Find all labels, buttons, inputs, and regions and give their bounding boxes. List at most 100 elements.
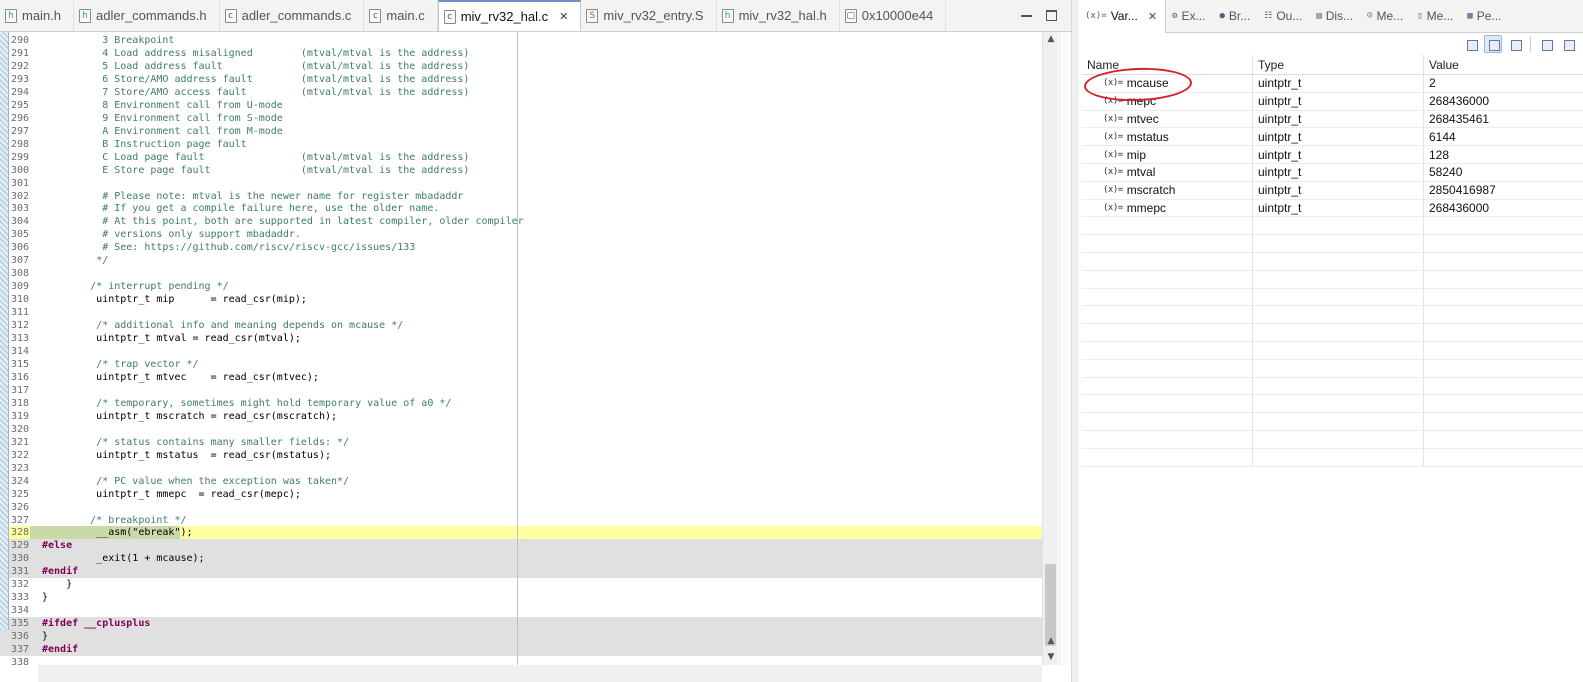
view-tab[interactable]: ⚙ Ex...	[1166, 0, 1213, 33]
code-line: 324 /* PC value when the exception was t…	[0, 475, 1042, 488]
minimize-icon[interactable]	[1021, 10, 1032, 21]
variable-value[interactable]: 268436000	[1424, 200, 1583, 217]
line-number: 305	[11, 229, 30, 241]
view-tab-label: Ex...	[1181, 9, 1206, 23]
line-number: 333	[11, 592, 30, 604]
editor-tab[interactable]: ▢ 0x10000e44	[840, 0, 947, 31]
code-line: 330 _exit(1 + mcause);	[0, 552, 1042, 566]
variable-value[interactable]: 58240	[1424, 164, 1583, 181]
line-number: 292	[11, 60, 30, 72]
show-logical-structure-icon[interactable]	[1484, 35, 1502, 53]
empty-cell	[1424, 235, 1583, 252]
line-number: 318	[11, 397, 30, 409]
editor-tab[interactable]: Smiv_rv32_entry.S	[581, 0, 717, 31]
variable-row[interactable]: (x)= mtval uintptr_t 58240	[1082, 163, 1583, 182]
editor-tab[interactable]: c miv_rv32_hal.c ✕	[437, 0, 582, 31]
empty-cell	[1424, 289, 1583, 306]
column-header-type[interactable]: Type	[1253, 55, 1424, 74]
close-icon[interactable]: ✕	[559, 10, 568, 23]
overview-ruler[interactable]	[1059, 32, 1071, 665]
column-header-name[interactable]: Name	[1082, 55, 1253, 74]
column-header-value[interactable]: Value	[1424, 55, 1583, 74]
variable-icon: (x)=	[1103, 78, 1123, 89]
view-tab[interactable]: ▤ Dis...	[1310, 0, 1361, 33]
variable-row[interactable]: (x)= mmepc uintptr_t 268436000	[1082, 199, 1583, 218]
view-icon: ☷	[1264, 11, 1273, 21]
editor-tab[interactable]: c adler_commands.c	[220, 0, 365, 31]
variable-name: mtvec	[1126, 111, 1159, 126]
editor-horizontal-scrollbar[interactable]	[38, 665, 1042, 682]
editor-tab[interactable]: h adler_commands.h	[74, 0, 220, 31]
scroll-up-icon[interactable]: ▲	[1043, 634, 1059, 648]
code-line: 325 uintptr_t mmepc = read_csr(mepc);	[0, 488, 1042, 501]
code-text: _exit(1 + mcause);	[42, 553, 205, 565]
variable-row[interactable]: (x)= mcause uintptr_t 2	[1082, 75, 1583, 93]
variable-name: mmepc	[1126, 200, 1167, 215]
line-number: 299	[11, 151, 30, 163]
add-global-variables-icon[interactable]	[1537, 35, 1555, 53]
code-text: # At this point, both are supported in l…	[42, 216, 524, 228]
code-line: 301	[0, 177, 1042, 190]
variable-value[interactable]: 2850416987	[1424, 182, 1583, 199]
code-text: C Load page fault (mtval/mtval is the ad…	[42, 151, 470, 163]
code-line: 334	[0, 604, 1042, 617]
view-tab[interactable]: ● Br...	[1213, 0, 1258, 33]
code-editor[interactable]: 290 3 Breakpoint 291 4 Load address misal…	[0, 32, 1042, 665]
code-text: /* trap vector */	[42, 359, 199, 370]
code-text: B Instruction page fault	[42, 138, 247, 150]
view-menu-icon[interactable]	[1559, 35, 1577, 53]
empty-row	[1082, 359, 1583, 378]
variable-row[interactable]: (x)= mtvec uintptr_t 268435461	[1082, 110, 1583, 129]
code-line: 304 # At this point, both are supported …	[0, 215, 1042, 228]
view-tab[interactable]: (x)= Var... ✕	[1079, 0, 1167, 33]
empty-cell	[1253, 341, 1424, 359]
empty-cell	[1424, 378, 1583, 395]
editor-tab[interactable]: h main.h	[0, 0, 75, 31]
close-icon[interactable]: ✕	[1148, 10, 1157, 23]
line-number: 296	[11, 112, 30, 124]
line-number: 329	[11, 540, 30, 552]
code-line: 308	[0, 267, 1042, 280]
code-line: 312 /* additional info and meaning depen…	[0, 319, 1042, 332]
variable-row[interactable]: (x)= mstatus uintptr_t 6144	[1082, 128, 1583, 147]
maximize-icon[interactable]	[1046, 10, 1057, 21]
scroll-up-icon[interactable]: ▲	[1043, 32, 1059, 46]
empty-row	[1082, 217, 1583, 236]
variable-row[interactable]: (x)= mip uintptr_t 128	[1082, 146, 1583, 164]
empty-cell	[1082, 359, 1253, 377]
view-tab[interactable]: ☺ Me...	[1361, 0, 1411, 33]
line-number: 303	[11, 203, 30, 215]
collapse-all-icon[interactable]	[1506, 35, 1524, 53]
variable-value[interactable]: 268436000	[1424, 93, 1583, 110]
variable-value[interactable]: 268435461	[1424, 111, 1583, 128]
variable-type: uintptr_t	[1253, 128, 1424, 146]
variable-row[interactable]: (x)= mepc uintptr_t 268436000	[1082, 92, 1583, 111]
code-text: # If you get a compile failure here, use…	[42, 203, 440, 215]
view-tab[interactable]: ☷ Ou...	[1258, 0, 1310, 33]
editor-tab[interactable]: h miv_rv32_hal.h	[717, 0, 840, 31]
code-text: /* PC value when the exception was taken…	[42, 475, 350, 487]
code-line: 307 */	[0, 254, 1042, 267]
view-tab-bar: (x)= Var... ✕ ⚙ Ex... ● Br... ☷ Ou... ▤ Dis... ☺ Me.…	[1079, 0, 1583, 33]
variable-type: uintptr_t	[1253, 75, 1424, 92]
pane-splitter[interactable]	[1071, 0, 1079, 682]
view-tab[interactable]: ▦ Pe...	[1461, 0, 1509, 33]
code-line: 329 #else	[0, 539, 1042, 553]
variable-type: uintptr_t	[1253, 199, 1424, 217]
empty-cell	[1082, 324, 1253, 341]
variable-value[interactable]: 2	[1424, 75, 1583, 92]
vertical-ruler	[0, 32, 9, 630]
view-tab[interactable]: ▯ Me...	[1411, 0, 1461, 33]
scroll-down-icon[interactable]: ▼	[1043, 650, 1059, 664]
variable-value[interactable]: 6144	[1424, 128, 1583, 145]
variable-type: uintptr_t	[1253, 146, 1424, 163]
show-type-names-icon[interactable]	[1462, 35, 1480, 53]
code-text: */	[42, 255, 109, 267]
editor-vertical-scrollbar[interactable]: ▲ ▲ ▼	[1042, 32, 1058, 665]
variable-row[interactable]: (x)= mscratch uintptr_t 2850416987	[1082, 181, 1583, 200]
empty-cell	[1424, 449, 1583, 466]
variable-icon: (x)=	[1103, 113, 1123, 124]
variable-value[interactable]: 128	[1424, 146, 1583, 163]
variable-name-cell: (x)= mstatus	[1082, 128, 1253, 146]
editor-tab[interactable]: c main.c	[364, 0, 438, 31]
